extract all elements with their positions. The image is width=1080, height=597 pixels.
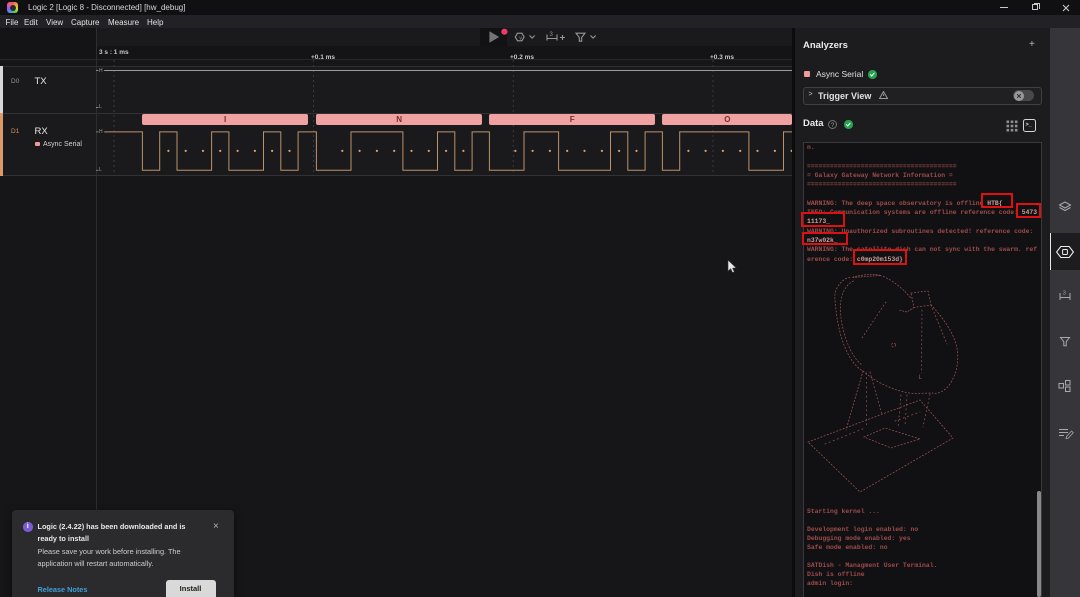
svg-text:L: L [919, 374, 923, 381]
svg-text:v: v [519, 36, 522, 42]
svg-text:3: 3 [1063, 291, 1066, 297]
svg-text:3: 3 [550, 32, 554, 38]
